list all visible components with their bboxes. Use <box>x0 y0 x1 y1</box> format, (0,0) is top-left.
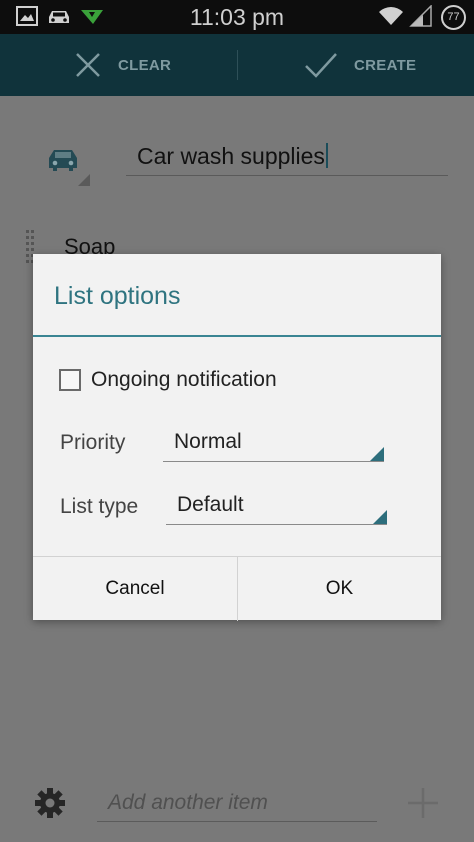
ok-button[interactable]: OK <box>237 557 441 621</box>
plus-icon[interactable] <box>406 786 440 820</box>
list-car-icon[interactable] <box>46 146 80 172</box>
dropdown-indicator-icon <box>373 510 387 524</box>
clear-button[interactable]: CLEAR <box>74 34 171 96</box>
text-caret <box>325 143 328 168</box>
cancel-button[interactable]: Cancel <box>33 557 237 621</box>
dialog-button-bar: Cancel OK <box>33 556 441 621</box>
close-icon <box>76 53 100 77</box>
list-type-value: Default <box>177 493 244 516</box>
list-options-dialog: List options Ongoing notification Priori… <box>33 254 441 621</box>
icon-picker-indicator <box>78 174 90 186</box>
status-bar: 11:03 pm 77 <box>0 0 474 34</box>
priority-dropdown[interactable]: Normal <box>163 428 384 462</box>
dialog-title-divider <box>33 335 441 337</box>
add-item-input[interactable]: Add another item <box>97 784 377 822</box>
check-icon <box>305 53 337 78</box>
action-divider <box>237 50 238 80</box>
create-label: CREATE <box>354 56 417 74</box>
ongoing-notification-label[interactable]: Ongoing notification <box>91 368 277 392</box>
gear-icon[interactable] <box>33 786 67 820</box>
create-button[interactable]: CREATE <box>304 34 416 96</box>
action-bar: CLEAR CREATE <box>0 34 474 96</box>
battery-icon: 77 <box>441 5 466 30</box>
signal-icon <box>409 5 432 27</box>
dialog-title: List options <box>54 282 181 310</box>
ongoing-notification-checkbox[interactable] <box>59 369 81 391</box>
list-title-input[interactable]: Car wash supplies <box>126 136 448 176</box>
list-title-text: Car wash supplies <box>137 143 325 169</box>
dropdown-indicator-icon <box>370 447 384 461</box>
clear-label: CLEAR <box>118 56 172 74</box>
list-type-dropdown[interactable]: Default <box>166 491 387 525</box>
wifi-icon <box>379 7 403 25</box>
priority-value: Normal <box>174 430 242 453</box>
list-type-label: List type <box>60 495 139 518</box>
priority-label: Priority <box>60 431 126 454</box>
